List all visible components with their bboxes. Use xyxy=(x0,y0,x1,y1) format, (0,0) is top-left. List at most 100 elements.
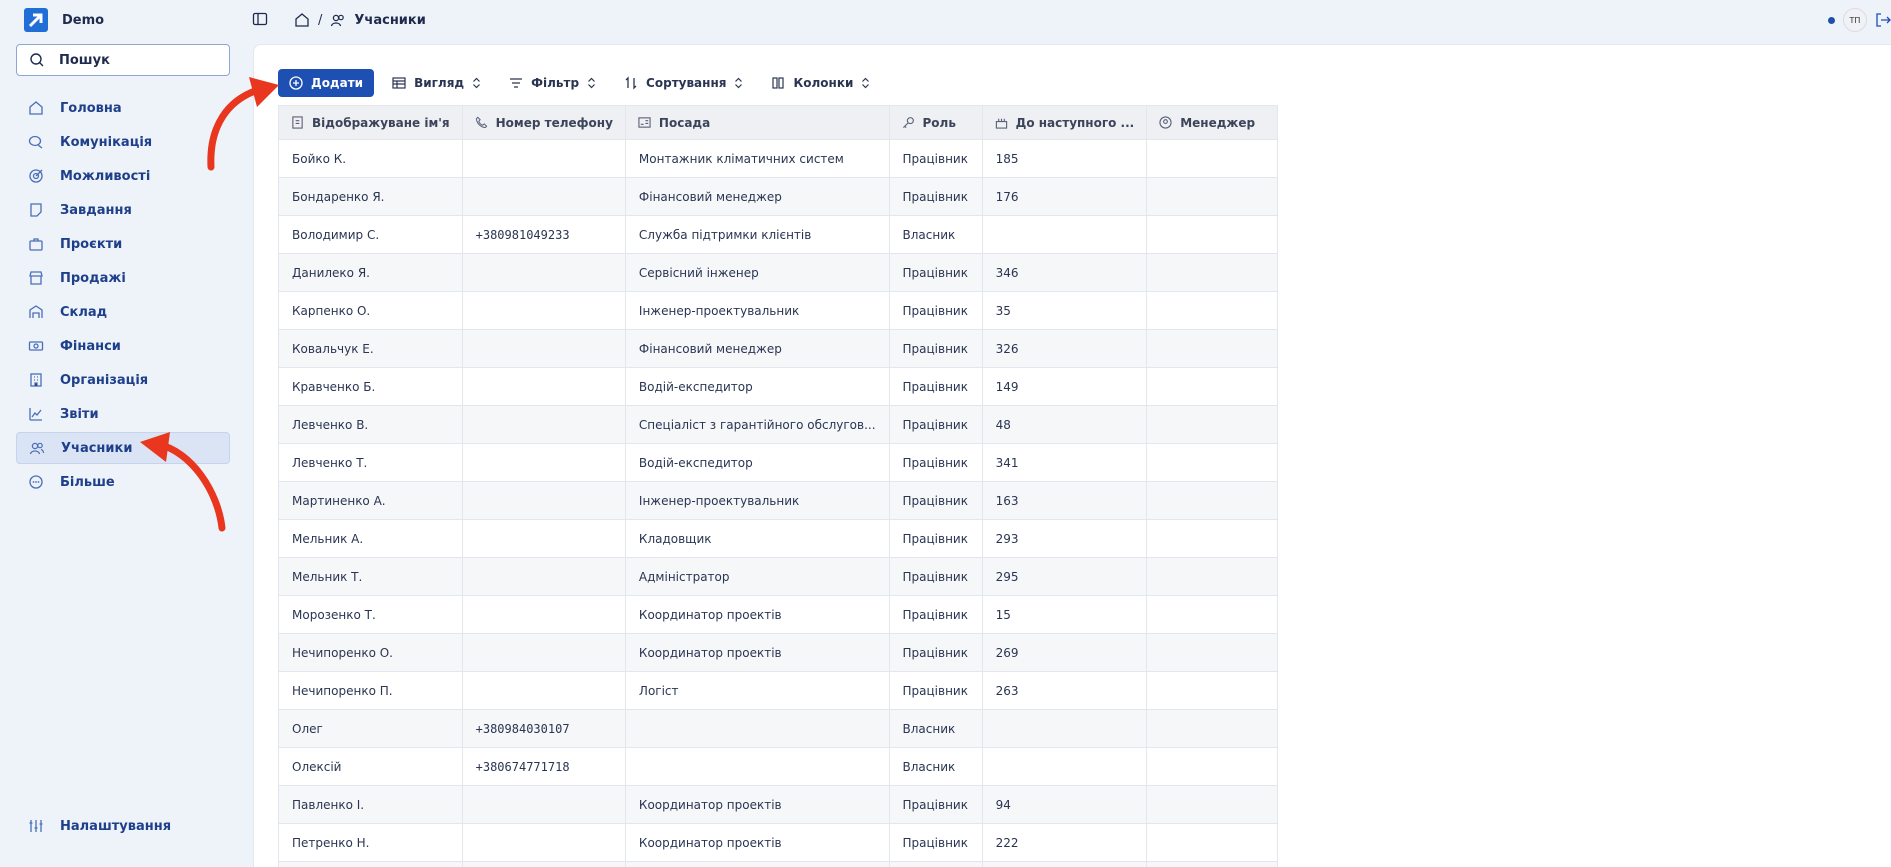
table-row[interactable]: Олексій +380674771718 Власник xyxy=(278,747,1278,786)
table-row[interactable]: Павленко І. Координатор проектів Працівник… xyxy=(278,785,1278,824)
table-cell[interactable] xyxy=(1146,671,1278,710)
table-cell[interactable] xyxy=(1146,405,1278,444)
sidebar-item-more[interactable]: Більше xyxy=(16,466,230,498)
sort-button[interactable]: Сортування xyxy=(614,69,753,97)
table-cell[interactable] xyxy=(461,595,626,634)
table-cell[interactable]: Працівник xyxy=(888,823,983,862)
table-cell[interactable]: +380674771718 xyxy=(461,747,626,786)
sidebar-item-members[interactable]: Учасники xyxy=(16,432,230,464)
table-cell[interactable]: 326 xyxy=(981,329,1148,368)
table-cell[interactable]: Інженер-проектувальник xyxy=(624,291,890,330)
table-cell[interactable]: 176 xyxy=(981,177,1148,216)
table-cell[interactable]: Олег xyxy=(278,709,463,748)
table-row[interactable]: Ковальчук Е. Фінансовий менеджер Працівник… xyxy=(278,329,1278,368)
table-cell[interactable]: Працівник xyxy=(888,329,983,368)
table-cell[interactable]: 185 xyxy=(981,139,1148,178)
table-cell[interactable]: +380984030107 xyxy=(461,709,626,748)
table-cell[interactable]: Фінансовий менеджер xyxy=(624,177,890,216)
table-cell[interactable] xyxy=(1146,139,1278,178)
table-cell[interactable] xyxy=(1146,329,1278,368)
table-row[interactable]: Олег +380984030107 Власник xyxy=(278,709,1278,748)
table-cell[interactable]: 48 xyxy=(981,405,1148,444)
table-row[interactable]: Морозенко Т. Координатор проектів Працівни… xyxy=(278,595,1278,634)
column-header-role[interactable]: Роль xyxy=(888,105,983,140)
table-cell[interactable]: 222 xyxy=(981,823,1148,862)
table-cell[interactable] xyxy=(1146,861,1278,867)
table-cell[interactable]: Працівник xyxy=(888,595,983,634)
filter-button[interactable]: Фільтр xyxy=(499,69,606,97)
table-cell[interactable]: Власник xyxy=(888,215,983,254)
sidebar-item-sales[interactable]: Продажі xyxy=(16,262,230,294)
table-cell[interactable]: Працівник xyxy=(888,177,983,216)
table-row[interactable]: Мельник А. Кладовщик Працівник 293 xyxy=(278,519,1278,558)
avatar[interactable]: ТП xyxy=(1843,8,1867,32)
table-cell[interactable] xyxy=(624,709,890,748)
table-cell[interactable]: 15 xyxy=(981,595,1148,634)
sidebar-toggle-icon[interactable] xyxy=(252,11,268,27)
table-cell[interactable] xyxy=(1146,443,1278,482)
table-row[interactable]: Данилеко Я. Сервісний інженер Працівник 346 xyxy=(278,253,1278,292)
table-cell[interactable]: Працівник xyxy=(888,139,983,178)
table-cell[interactable]: Бойко К. xyxy=(278,139,463,178)
table-cell[interactable]: 94 xyxy=(981,785,1148,824)
table-cell[interactable] xyxy=(461,405,626,444)
column-header-manager[interactable]: Менеджер xyxy=(1146,105,1278,140)
table-cell[interactable] xyxy=(278,861,463,867)
add-button[interactable]: Додати xyxy=(278,69,375,97)
table-row[interactable]: Левченко Т. Водій-експедитор Працівник 341 xyxy=(278,443,1278,482)
table-cell[interactable]: 341 xyxy=(981,443,1148,482)
table-row[interactable]: Кравченко Б. Водій-експедитор Працівник 149 xyxy=(278,367,1278,406)
table-cell[interactable]: Ковальчук Е. xyxy=(278,329,463,368)
sidebar-item-tasks[interactable]: Завдання xyxy=(16,194,230,226)
table-cell[interactable]: Працівник xyxy=(888,785,983,824)
table-row[interactable]: Карпенко О. Інженер-проектувальник Працівн… xyxy=(278,291,1278,330)
table-cell[interactable] xyxy=(1146,823,1278,862)
table-cell[interactable]: 263 xyxy=(981,671,1148,710)
table-cell[interactable] xyxy=(461,785,626,824)
table-cell[interactable]: Адміністратор xyxy=(624,557,890,596)
table-cell[interactable]: Власник xyxy=(888,709,983,748)
table-cell[interactable]: Кладовщик xyxy=(624,519,890,558)
table-cell[interactable]: Мельник А. xyxy=(278,519,463,558)
sidebar-item-reports[interactable]: Звіти xyxy=(16,398,230,430)
column-header-next[interactable]: До наступного ... xyxy=(981,105,1148,140)
table-row[interactable]: Левченко В. Спеціаліст з гарантійного обс… xyxy=(278,405,1278,444)
table-cell[interactable]: Левченко Т. xyxy=(278,443,463,482)
table-cell[interactable]: Працівник xyxy=(888,405,983,444)
table-cell[interactable]: Бондаренко Я. xyxy=(278,177,463,216)
table-cell[interactable] xyxy=(1146,747,1278,786)
sidebar-item-finance[interactable]: Фінанси xyxy=(16,330,230,362)
table-cell[interactable]: Мельник Т. xyxy=(278,557,463,596)
table-cell[interactable] xyxy=(461,177,626,216)
table-cell[interactable] xyxy=(461,557,626,596)
table-cell[interactable] xyxy=(1146,519,1278,558)
table-cell[interactable]: 293 xyxy=(981,519,1148,558)
brand[interactable]: Demo xyxy=(24,8,104,32)
table-cell[interactable]: +380981049233 xyxy=(461,215,626,254)
table-cell[interactable]: Нечипоренко О. xyxy=(278,633,463,672)
table-cell[interactable]: Морозенко Т. xyxy=(278,595,463,634)
table-cell[interactable]: Служба підтримки клієнтів xyxy=(624,215,890,254)
table-cell[interactable] xyxy=(1146,633,1278,672)
table-cell[interactable] xyxy=(1146,709,1278,748)
table-cell[interactable]: Власник xyxy=(888,747,983,786)
table-cell[interactable]: Працівник xyxy=(888,519,983,558)
table-cell[interactable]: Інженер-проектувальник xyxy=(624,481,890,520)
table-cell[interactable] xyxy=(888,861,983,867)
table-cell[interactable] xyxy=(461,291,626,330)
table-row[interactable]: Бондаренко Я. Фінансовий менеджер Працівни… xyxy=(278,177,1278,216)
table-cell[interactable] xyxy=(461,139,626,178)
table-cell[interactable]: Працівник xyxy=(888,671,983,710)
sidebar-item-communication[interactable]: Комунікація xyxy=(16,126,230,158)
table-row[interactable]: Мартиненко А. Інженер-проектувальник Праці… xyxy=(278,481,1278,520)
table-cell[interactable]: Сервісний інженер xyxy=(624,253,890,292)
table-cell[interactable] xyxy=(1146,367,1278,406)
table-cell[interactable]: Данилеко Я. xyxy=(278,253,463,292)
columns-button[interactable]: Колонки xyxy=(761,69,880,97)
table-cell[interactable] xyxy=(624,861,890,867)
table-cell[interactable] xyxy=(624,747,890,786)
table-row[interactable]: Володимир С. +380981049233 Служба підтримк… xyxy=(278,215,1278,254)
table-cell[interactable]: Мартиненко А. xyxy=(278,481,463,520)
table-cell[interactable]: Координатор проектів xyxy=(624,595,890,634)
table-cell[interactable]: Працівник xyxy=(888,291,983,330)
